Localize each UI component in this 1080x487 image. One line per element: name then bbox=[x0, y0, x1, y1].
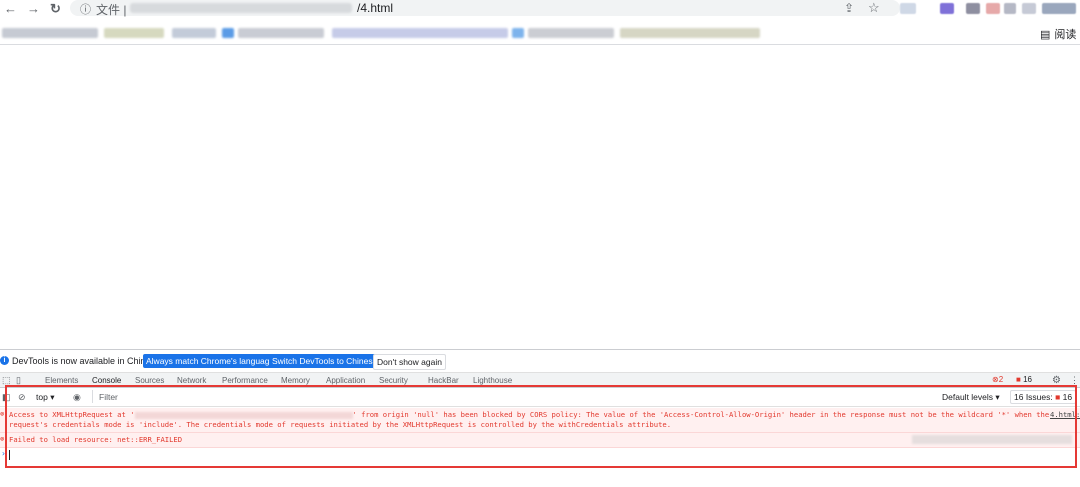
reader-mode-label: 阅读 bbox=[1054, 29, 1077, 41]
share-icon[interactable]: ⇪ bbox=[844, 1, 854, 15]
tab-lighthouse[interactable]: Lighthouse bbox=[473, 376, 512, 385]
bookmarks-bar: ▤ 阅读 bbox=[0, 22, 1080, 45]
bookmark-item[interactable] bbox=[620, 28, 760, 38]
filter-placeholder: Filter bbox=[99, 392, 118, 402]
issues-count-badge[interactable]: ■ 16 bbox=[1016, 375, 1032, 384]
error-icon: ⊗ bbox=[992, 375, 999, 384]
forward-arrow-icon[interactable]: → bbox=[27, 1, 40, 17]
tab-memory[interactable]: Memory bbox=[281, 376, 310, 385]
extension-icon[interactable] bbox=[900, 3, 916, 14]
chevron-down-icon: ▾ bbox=[995, 392, 1000, 402]
error-icon: ⊗ bbox=[0, 410, 5, 418]
tab-elements[interactable]: Elements bbox=[45, 376, 78, 385]
console-filter-input[interactable]: Filter bbox=[92, 390, 933, 403]
back-arrow-icon[interactable]: ← bbox=[4, 1, 17, 17]
infobar-text: DevTools is now available in Chinese! bbox=[12, 356, 163, 366]
console-toolbar: ◧ ⊘ top ▾ ◉ Filter Default levels ▾ 16 I… bbox=[0, 388, 1080, 407]
reader-mode-icon: ▤ bbox=[1040, 29, 1051, 41]
tab-performance[interactable]: Performance bbox=[222, 376, 268, 385]
match-language-button[interactable]: Always match Chrome's language bbox=[143, 354, 278, 368]
bookmark-item[interactable] bbox=[528, 28, 614, 38]
extension-icon[interactable] bbox=[986, 3, 1000, 14]
address-bar[interactable]: ⓘ 文件 | /4.html bbox=[70, 0, 900, 17]
bookmark-item[interactable] bbox=[104, 28, 164, 38]
sidebar-toggle-icon[interactable]: ◧ bbox=[2, 392, 11, 403]
reader-mode-button[interactable]: ▤ 阅读 bbox=[1040, 26, 1076, 42]
dont-show-again-button[interactable]: Don't show again bbox=[373, 354, 446, 370]
source-link[interactable]: 4.html: bbox=[1050, 410, 1080, 419]
devtools-language-infobar: i DevTools is now available in Chinese! … bbox=[0, 350, 1080, 373]
error-count-badge[interactable]: ⊗2 bbox=[992, 375, 1003, 384]
console-message-line: request's credentials mode is 'include'.… bbox=[9, 420, 672, 429]
star-icon[interactable]: ☆ bbox=[868, 0, 880, 16]
address-scheme-label: 文件 | bbox=[96, 3, 127, 17]
bookmark-item[interactable] bbox=[238, 28, 324, 38]
redacted-url bbox=[130, 3, 352, 13]
tab-console[interactable]: Console bbox=[92, 376, 122, 387]
gear-icon[interactable]: ⚙ bbox=[1052, 375, 1061, 386]
more-options-icon[interactable]: ⋮ bbox=[1070, 375, 1079, 386]
issue-flag-icon: ■ bbox=[1016, 375, 1021, 384]
bookmark-item[interactable] bbox=[172, 28, 216, 38]
console-error-message: ⊗ Access to XMLHttpRequest at ' ' from or… bbox=[0, 408, 1080, 433]
bookmark-item[interactable] bbox=[332, 28, 508, 38]
site-info-icon[interactable]: ⓘ bbox=[80, 1, 91, 17]
inspect-element-icon[interactable]: ⬚ bbox=[2, 375, 11, 386]
switch-language-button[interactable]: Switch DevTools to Chinese bbox=[269, 354, 381, 368]
chevron-down-icon: ▾ bbox=[50, 392, 55, 402]
devtools-tabs: ⬚ ▯ Elements Console Sources Network Per… bbox=[0, 373, 1080, 388]
extension-icon[interactable] bbox=[1022, 3, 1036, 14]
extension-icon[interactable] bbox=[1004, 3, 1016, 14]
tab-application[interactable]: Application bbox=[326, 376, 365, 385]
chevron-right-icon: › bbox=[1, 449, 6, 458]
tab-network[interactable]: Network bbox=[177, 376, 206, 385]
clear-console-icon[interactable]: ⊘ bbox=[18, 392, 26, 403]
extension-icon[interactable] bbox=[966, 3, 980, 14]
log-levels-dropdown[interactable]: Default levels ▾ bbox=[942, 392, 1000, 403]
redacted-source-link[interactable] bbox=[912, 435, 1072, 444]
reload-icon[interactable]: ↻ bbox=[50, 1, 61, 17]
tab-security[interactable]: Security bbox=[379, 376, 408, 385]
redacted-url bbox=[134, 411, 353, 419]
browser-toolbar: ← → ↻ ⓘ 文件 | /4.html ⇪ ☆ bbox=[0, 0, 1080, 18]
console-message-line: Failed to load resource: net::ERR_FAILED bbox=[9, 435, 183, 444]
error-icon: ⊗ bbox=[0, 435, 5, 443]
devtools-panel: i DevTools is now available in Chinese! … bbox=[0, 349, 1080, 487]
issues-button[interactable]: 16 Issues: ■ 16 bbox=[1010, 390, 1077, 404]
console-prompt[interactable]: › bbox=[0, 449, 1080, 461]
eye-icon[interactable]: ◉ bbox=[73, 392, 81, 403]
bookmark-item[interactable] bbox=[512, 28, 524, 38]
address-url: /4.html bbox=[357, 1, 394, 15]
context-selector[interactable]: top ▾ bbox=[36, 392, 54, 403]
profile-avatar[interactable] bbox=[1042, 3, 1076, 14]
device-toolbar-icon[interactable]: ▯ bbox=[16, 375, 21, 386]
tab-sources[interactable]: Sources bbox=[135, 376, 164, 385]
text-caret bbox=[9, 450, 10, 460]
bookmark-item[interactable] bbox=[2, 28, 98, 38]
console-message-line: Access to XMLHttpRequest at ' ' from orig… bbox=[9, 410, 1050, 419]
info-icon: i bbox=[0, 356, 9, 365]
tab-hackbar[interactable]: HackBar bbox=[428, 376, 459, 385]
extension-icon[interactable] bbox=[940, 3, 954, 14]
issue-flag-icon: ■ bbox=[1055, 392, 1061, 402]
console-error-message: ⊗ Failed to load resource: net::ERR_FAIL… bbox=[0, 433, 1080, 448]
bookmark-item[interactable] bbox=[222, 28, 234, 38]
